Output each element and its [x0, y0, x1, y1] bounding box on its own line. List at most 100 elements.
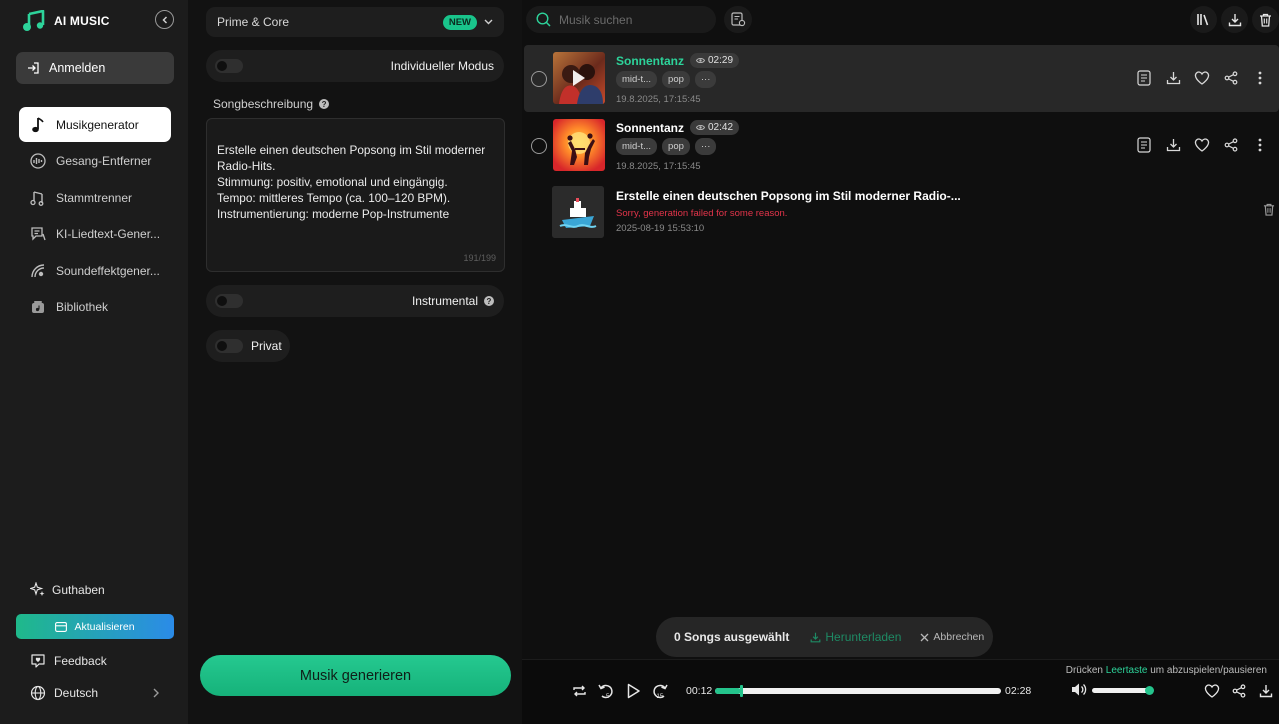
credits-link[interactable]: Guthaben — [30, 582, 105, 597]
delete-failed-button[interactable] — [1263, 203, 1275, 216]
download-icon — [810, 632, 821, 642]
upgrade-label: Aktualisieren — [74, 620, 135, 633]
share-icon — [1224, 71, 1238, 85]
generate-music-button[interactable]: Musik generieren — [200, 655, 511, 696]
volume-button[interactable] — [1071, 682, 1087, 697]
song-description-textarea[interactable]: Erstelle einen deutschen Popsong im Stil… — [206, 118, 505, 272]
more-tags[interactable]: ··· — [694, 138, 717, 155]
duration-value: 02:29 — [708, 55, 734, 66]
lyrics-button[interactable] — [1135, 136, 1153, 154]
private-label: Privat — [251, 339, 282, 353]
description-text: Erstelle einen deutschen Popsong im Stil… — [217, 143, 486, 221]
select-radio[interactable] — [531, 71, 547, 87]
tag[interactable]: pop — [662, 71, 690, 88]
language-selector[interactable]: Deutsch — [30, 685, 160, 701]
player-download-button[interactable] — [1257, 682, 1275, 700]
player-share-button[interactable] — [1230, 682, 1248, 700]
volume-slider[interactable] — [1092, 686, 1154, 695]
rewind-5-button[interactable]: 5 — [597, 682, 615, 700]
model-dropdown[interactable]: Prime & Core NEW — [206, 7, 504, 37]
like-button[interactable] — [1193, 69, 1211, 87]
repeat-button[interactable] — [570, 682, 588, 700]
nav-item-vocal-remover[interactable]: Gesang-Entferner — [19, 144, 171, 179]
library-panel: Musik suchen Sonnentanz 02:29 mid-t... p… — [522, 0, 1279, 724]
nav-label: Soundeffektgener... — [56, 263, 160, 278]
more-options-button[interactable] — [1251, 69, 1269, 87]
more-vertical-icon — [1258, 71, 1262, 85]
collapse-sidebar-button[interactable] — [155, 10, 174, 29]
nav-item-music-generator[interactable]: Musikgenerator — [19, 107, 171, 142]
share-icon — [1224, 138, 1238, 152]
nav-item-sound-effect-generator[interactable]: Soundeffektgener... — [19, 253, 171, 288]
tag[interactable]: pop — [662, 138, 690, 155]
download-button[interactable] — [1164, 136, 1182, 154]
search-box[interactable]: Musik suchen — [526, 6, 716, 33]
tag[interactable]: mid-t... — [616, 138, 658, 155]
main-nav: Musikgenerator Gesang-Entferner Stammtre… — [19, 107, 171, 327]
music-logo-icon — [22, 10, 46, 32]
filter-list-icon — [730, 12, 745, 27]
close-icon — [920, 633, 929, 641]
selection-bar: 0 Songs ausgewählt Herunterladen Abbrech… — [656, 617, 993, 657]
song-cover-image[interactable] — [553, 52, 605, 104]
download-icon — [1228, 13, 1241, 26]
song-row[interactable]: Sonnentanz 02:29 mid-t... pop ··· 19.8.2… — [524, 45, 1279, 112]
nav-item-stem-splitter[interactable]: Stammtrenner — [19, 180, 171, 215]
login-button[interactable]: Anmelden — [16, 52, 174, 84]
library-view-button[interactable] — [1190, 6, 1217, 33]
instrumental-toggle[interactable] — [215, 294, 243, 308]
song-title[interactable]: Sonnentanz — [616, 121, 684, 135]
tag[interactable]: mid-t... — [616, 71, 658, 88]
select-radio[interactable] — [531, 138, 547, 154]
private-toggle[interactable] — [215, 339, 243, 353]
lyrics-button[interactable] — [1135, 69, 1153, 87]
help-icon[interactable]: ? — [484, 296, 494, 306]
feedback-link[interactable]: Feedback — [30, 653, 107, 669]
library-icon — [29, 299, 46, 316]
login-icon — [28, 62, 39, 74]
eye-icon — [696, 125, 705, 130]
more-tags[interactable]: ··· — [694, 71, 717, 88]
hint-suffix: um abzuspielen/pausieren — [1150, 665, 1267, 676]
rewind-5-icon: 5 — [598, 684, 613, 700]
share-button[interactable] — [1222, 69, 1240, 87]
hint-key: Leertaste — [1105, 665, 1148, 676]
upgrade-button[interactable]: Aktualisieren — [16, 614, 174, 639]
forward-15-icon: 15 — [653, 684, 668, 700]
books-icon — [1197, 14, 1209, 26]
svg-text:15: 15 — [657, 694, 664, 700]
filter-button[interactable] — [724, 6, 752, 33]
sound-effect-icon — [29, 262, 46, 279]
delete-all-button[interactable] — [1252, 6, 1279, 33]
song-cover-image[interactable] — [553, 119, 605, 171]
progress-fill — [715, 688, 741, 694]
progress-slider[interactable] — [715, 685, 1001, 697]
bulk-download-button[interactable]: Herunterladen — [810, 630, 901, 644]
nav-label: KI-Liedtext-Gener... — [56, 227, 161, 242]
current-time: 00:12 — [686, 685, 713, 697]
more-options-button[interactable] — [1251, 136, 1269, 154]
song-row[interactable]: Sonnentanz 02:42 mid-t... pop ··· 19.8.2… — [524, 112, 1279, 179]
cancel-selection-button[interactable]: Abbrechen — [920, 631, 984, 643]
share-button[interactable] — [1222, 136, 1240, 154]
download-button[interactable] — [1164, 69, 1182, 87]
app-logo[interactable]: AI MUSIC — [22, 10, 110, 32]
forward-15-button[interactable]: 15 — [651, 682, 669, 700]
like-button[interactable] — [1193, 136, 1211, 154]
song-title[interactable]: Sonnentanz — [616, 54, 684, 68]
play-button[interactable] — [624, 682, 642, 700]
nav-item-lyrics-generator[interactable]: KI-Liedtext-Gener... — [19, 217, 171, 252]
volume-handle[interactable] — [1145, 686, 1154, 695]
download-all-button[interactable] — [1221, 6, 1248, 33]
custom-mode-toggle[interactable] — [215, 59, 243, 73]
sparkle-icon — [30, 582, 45, 596]
total-time: 02:28 — [1005, 685, 1032, 697]
char-counter: 191/199 — [463, 253, 496, 263]
stem-splitter-icon — [29, 189, 46, 206]
login-label: Anmelden — [49, 61, 106, 75]
failed-generation-row: Erstelle einen deutschen Popsong im Stil… — [524, 182, 1279, 242]
help-icon[interactable]: ? — [319, 99, 330, 109]
nav-item-library[interactable]: Bibliothek — [19, 290, 171, 325]
progress-handle[interactable] — [740, 685, 743, 697]
player-like-button[interactable] — [1203, 682, 1221, 700]
